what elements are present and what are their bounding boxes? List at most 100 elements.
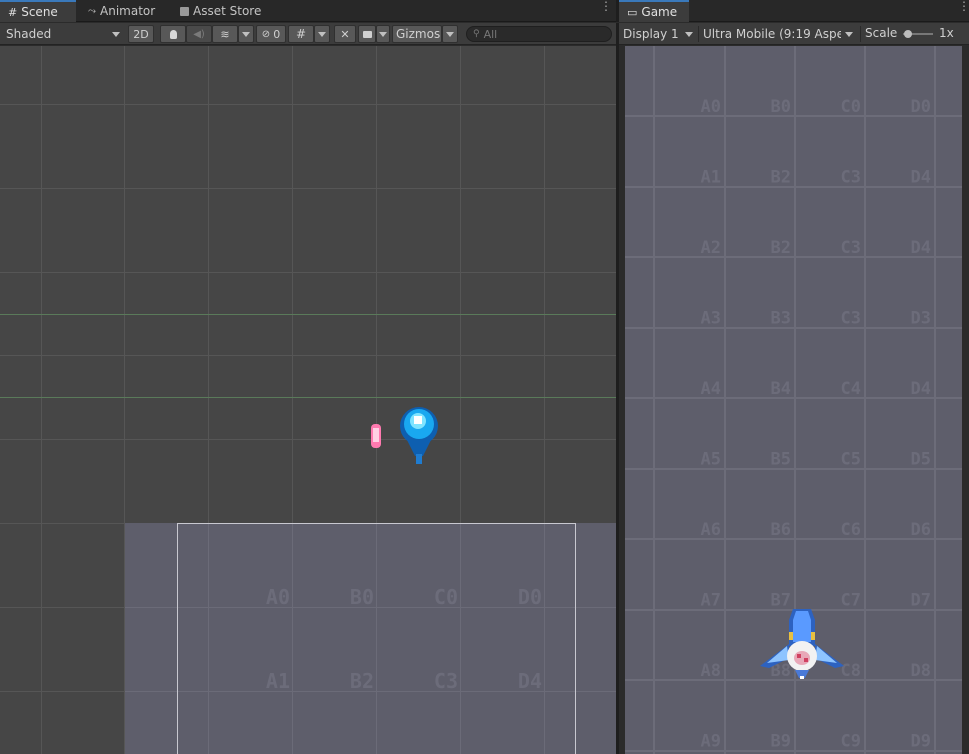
scene-search-input[interactable]: ⚲ All <box>466 26 612 42</box>
game-canvas[interactable]: A0 B0 C0 D0 A1 B2 C3 D4 A2 B2 C3 D4 A3 B3 C3 D3 A4 B4 C4 D4… <box>619 46 969 754</box>
scene-pane-menu-icon[interactable]: ⋮ <box>600 0 612 12</box>
effects-toggle-button[interactable]: ≋ <box>212 25 238 43</box>
gamepad-icon: ▭ <box>627 5 638 19</box>
animator-icon: ⤳ <box>88 5 96 17</box>
scene-tile-label: A0 <box>266 585 290 609</box>
camera-dropdown-button[interactable] <box>376 25 390 43</box>
game-tile-label: D5 <box>911 450 931 470</box>
2d-toggle-button[interactable]: 2D <box>128 25 154 43</box>
scene-view[interactable]: A0 B0 C0 D0 A1 B2 C3 D4 <box>0 46 616 754</box>
gizmos-button[interactable]: Gizmos <box>392 25 442 43</box>
game-tile-label: B4 <box>771 379 791 399</box>
chevron-down-icon <box>845 31 853 37</box>
game-tile-label: C8 <box>841 661 861 681</box>
grid-dropdown-button[interactable] <box>314 25 330 43</box>
game-tile-label: A7 <box>701 591 721 611</box>
game-tile-label: D4 <box>911 379 931 399</box>
scale-slider-knob[interactable] <box>904 30 912 38</box>
game-tile-label: B2 <box>771 238 791 258</box>
game-tile-label: A6 <box>701 520 721 540</box>
tab-scene[interactable]: # Scene <box>0 0 76 22</box>
draw-mode-value: Shaded <box>6 27 52 41</box>
grid-snapping-button[interactable]: # <box>288 25 314 43</box>
scene-tile-label: D4 <box>518 669 542 693</box>
game-tile-label: D0 <box>911 97 931 117</box>
scene-tile-label: D0 <box>518 585 542 609</box>
game-tile-label: A9 <box>701 732 721 752</box>
game-tile-label: A0 <box>701 97 721 117</box>
game-toolbar: Display 1 Ultra Mobile (9:19 Aspect) Sca… <box>619 23 969 45</box>
scene-tile-label: A1 <box>266 669 290 693</box>
game-tile-label: C3 <box>841 238 861 258</box>
grid-icon: # <box>295 27 307 41</box>
scene-toolbar: Shaded 2D ◀) ≋ ⊘ 0 # ✕ Gizmos ⚲ All <box>0 23 616 45</box>
chevron-down-icon <box>112 31 120 37</box>
game-view[interactable]: A0 B0 C0 D0 A1 B2 C3 D4 A2 B2 C3 D4 A3 B3 C3 D3 A4 B4 C4 D4… <box>619 46 969 754</box>
tools-icon: ✕ <box>340 27 350 41</box>
grid-icon: # <box>8 5 18 19</box>
2d-toggle-label: 2D <box>133 27 149 41</box>
game-tile-label: D9 <box>911 732 931 752</box>
game-tile-label: C4 <box>841 379 861 399</box>
game-tile-label: A1 <box>701 168 721 188</box>
scene-canvas[interactable]: A0 B0 C0 D0 A1 B2 C3 D4 <box>0 46 616 754</box>
display-value: Display 1 <box>623 27 679 41</box>
chevron-down-icon <box>685 31 693 37</box>
hidden-count: 0 <box>273 27 281 41</box>
game-pane-menu-icon[interactable]: ⋮ <box>958 0 969 12</box>
search-icon: ⚲ <box>473 29 480 39</box>
game-tile-label: C6 <box>841 520 861 540</box>
game-tile-label: B9 <box>771 732 791 752</box>
gizmos-label: Gizmos <box>396 27 441 41</box>
camera-icon <box>362 30 372 38</box>
tab-bar: # Scene ⤳ Animator Asset Store ⋮ ▭ Game … <box>0 0 969 22</box>
chevron-down-icon <box>318 31 326 37</box>
tab-animator-label: Animator <box>100 4 156 18</box>
scene-tile-label: C3 <box>434 669 458 693</box>
speaker-icon: ◀) <box>193 28 205 40</box>
scale-slider[interactable] <box>903 30 933 38</box>
game-tile-label: B2 <box>771 168 791 188</box>
eye-slash-icon: ⊘ <box>261 28 271 40</box>
game-tile-label: B5 <box>771 450 791 470</box>
gizmos-dropdown-button[interactable] <box>442 25 458 43</box>
bullet-sprite[interactable] <box>371 424 381 448</box>
game-tile-label: D6 <box>911 520 931 540</box>
game-tile-label: D8 <box>911 661 931 681</box>
audio-toggle-button[interactable]: ◀) <box>186 25 212 43</box>
scale-value: 1x <box>939 26 954 40</box>
scene-visibility-button[interactable]: ⊘ 0 <box>256 25 286 43</box>
game-tile-label: C3 <box>841 309 861 329</box>
game-tile-label: C5 <box>841 450 861 470</box>
game-tile-label: A4 <box>701 379 721 399</box>
game-tile-label: D4 <box>911 168 931 188</box>
effects-dropdown-button[interactable] <box>238 25 254 43</box>
tab-animator[interactable]: ⤳ Animator <box>80 0 168 22</box>
tab-asset-store[interactable]: Asset Store <box>172 0 272 22</box>
aspect-dropdown[interactable]: Ultra Mobile (9:19 Aspect) <box>699 25 857 43</box>
scale-label: Scale <box>865 26 898 40</box>
game-tile-label: D3 <box>911 309 931 329</box>
game-tile-label: C7 <box>841 591 861 611</box>
tab-game[interactable]: ▭ Game <box>619 0 689 22</box>
draw-mode-dropdown[interactable]: Shaded <box>2 25 124 43</box>
chevron-down-icon <box>446 31 454 37</box>
search-placeholder: All <box>483 27 498 41</box>
layers-icon: ≋ <box>220 27 230 41</box>
scene-tile-label: B0 <box>350 585 374 609</box>
game-tile-label: C9 <box>841 732 861 752</box>
tools-button[interactable]: ✕ <box>334 25 356 43</box>
game-tile-label: A8 <box>701 661 721 681</box>
game-tile-label: B0 <box>771 97 791 117</box>
scene-tile-label: B2 <box>350 669 374 693</box>
game-tile-label: B3 <box>771 309 791 329</box>
lighting-toggle-button[interactable] <box>160 25 186 43</box>
tab-asset-store-label: Asset Store <box>193 4 262 18</box>
game-tile-label: D4 <box>911 238 931 258</box>
chevron-down-icon <box>379 31 387 37</box>
tilemap-area <box>125 523 616 754</box>
bag-icon <box>180 6 189 16</box>
energy-orb-sprite[interactable] <box>400 407 438 464</box>
camera-button[interactable] <box>358 25 376 43</box>
display-dropdown[interactable]: Display 1 <box>619 25 697 43</box>
